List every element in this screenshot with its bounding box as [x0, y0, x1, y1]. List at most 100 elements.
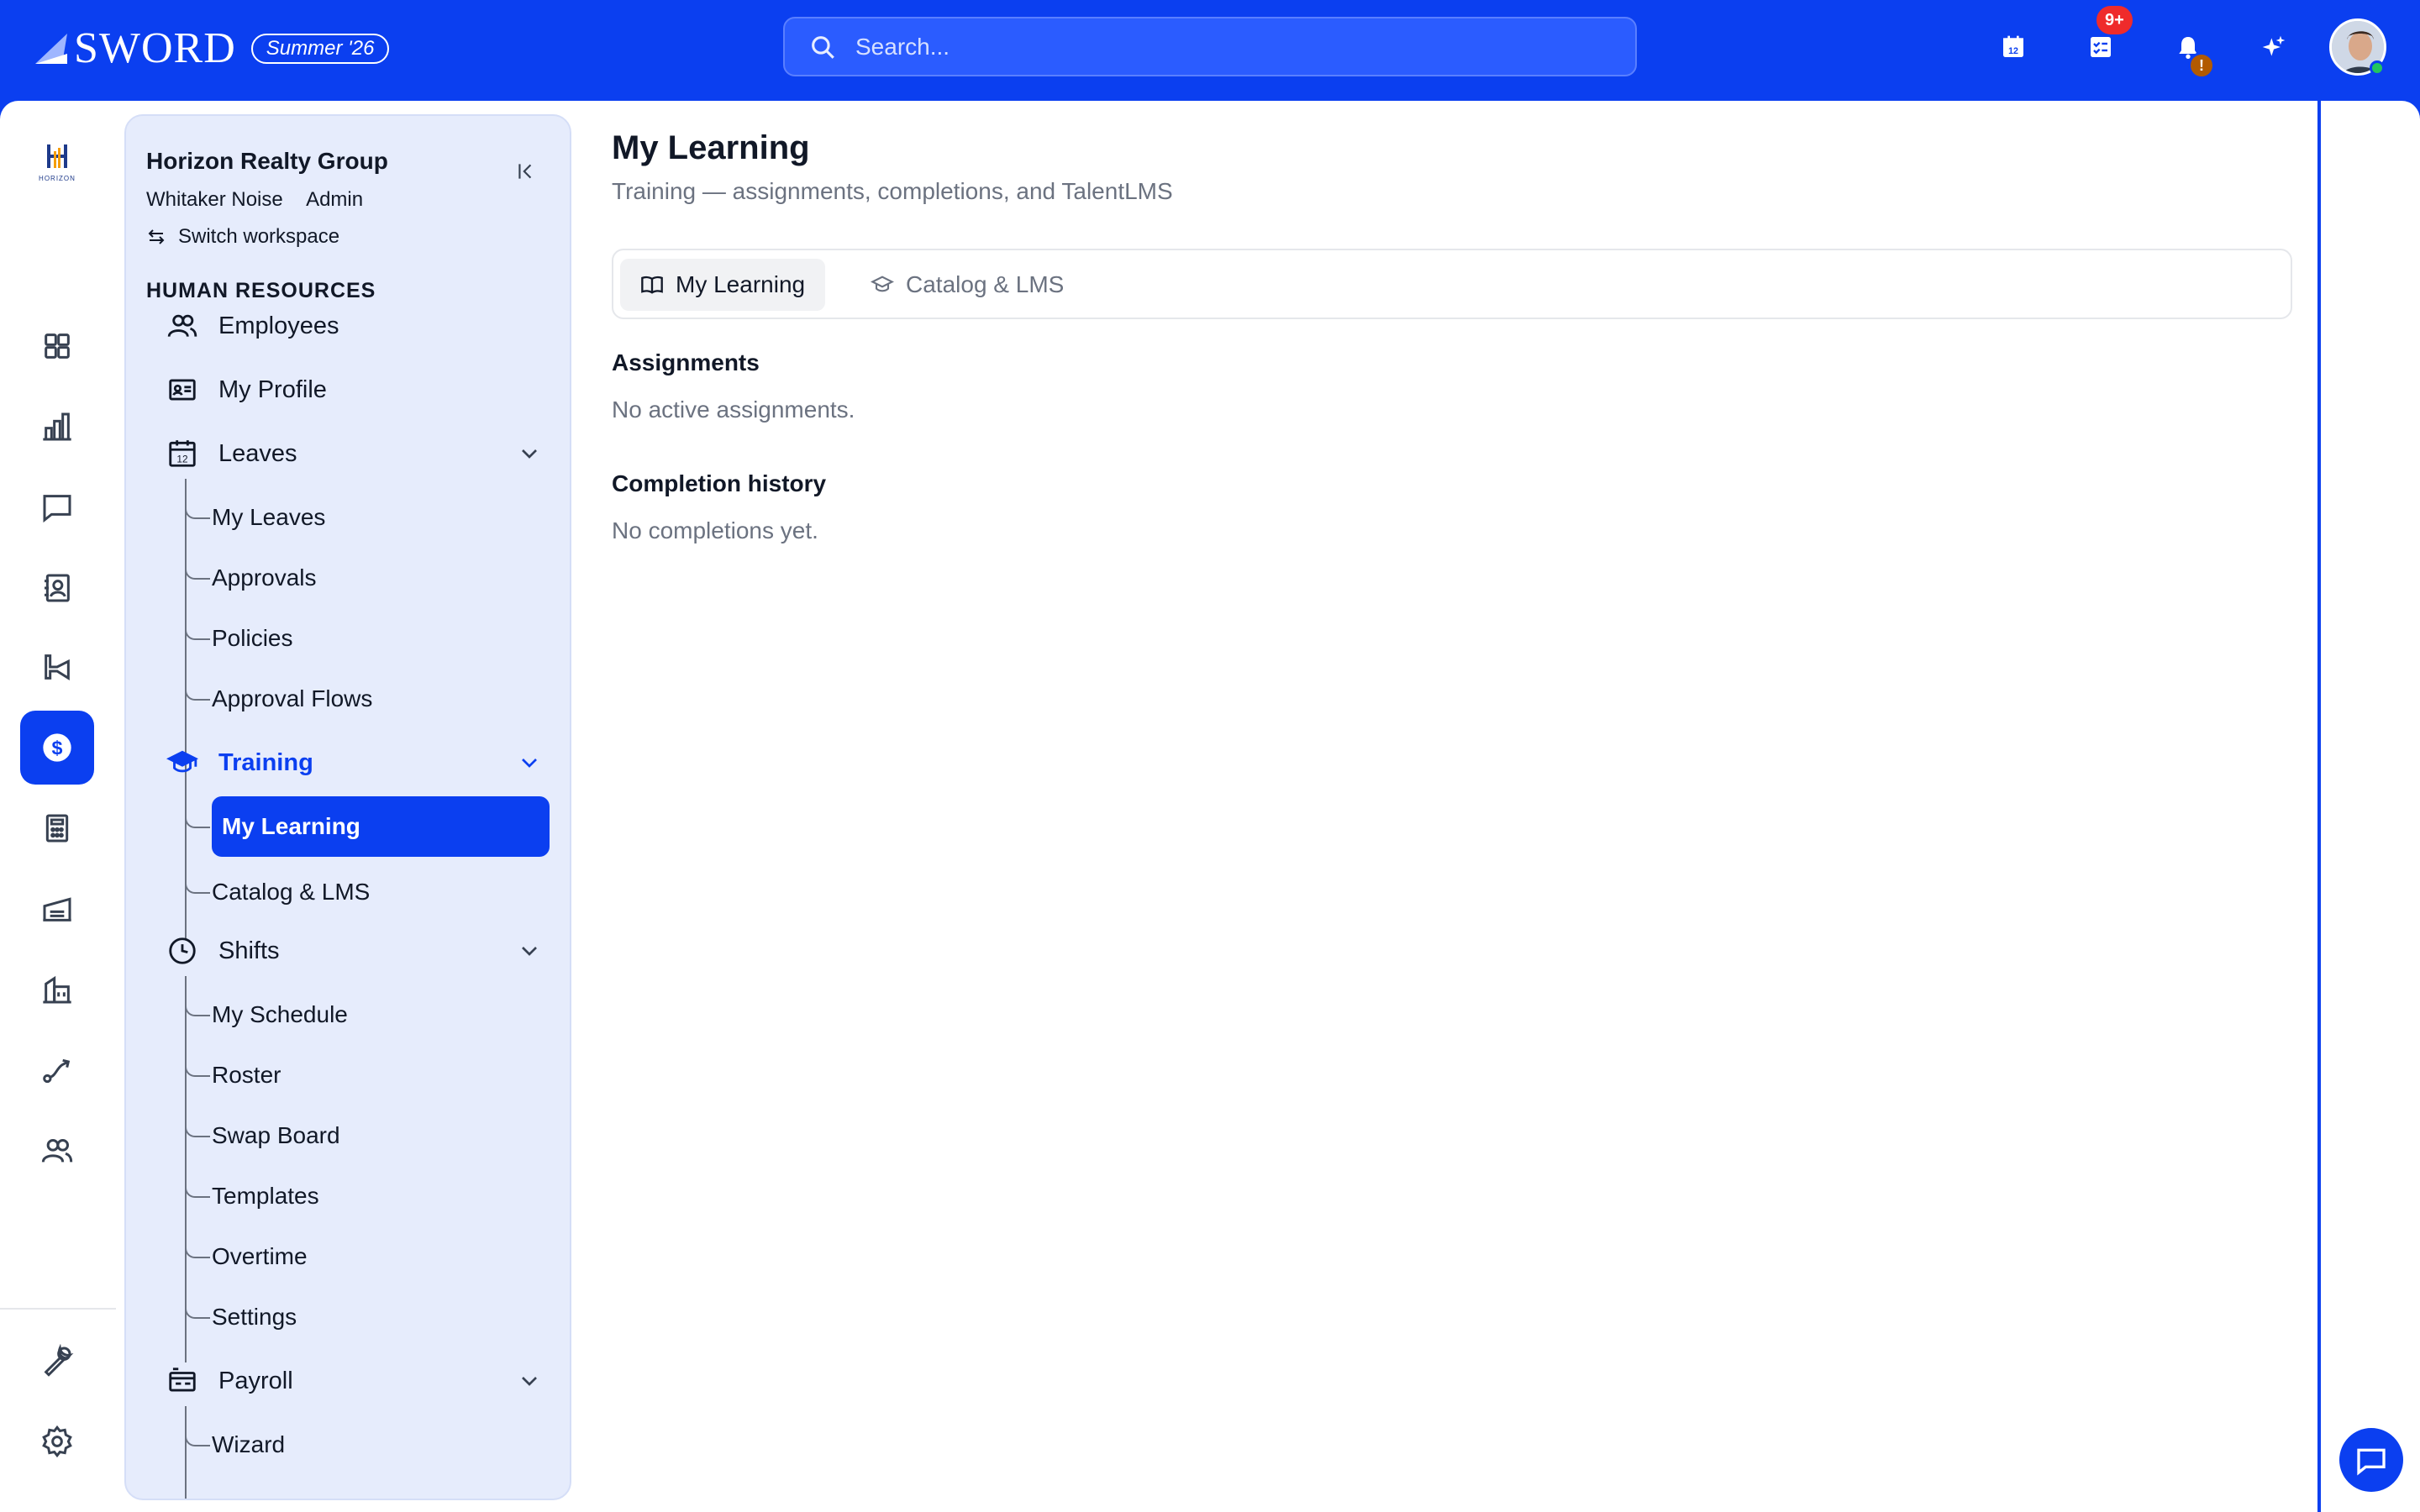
- calendar-icon: 12: [169, 440, 196, 467]
- brand[interactable]: SWORD Summer '26: [34, 24, 390, 74]
- page-title: My Learning: [612, 129, 810, 166]
- sidebar-item-label: Shifts: [218, 937, 280, 964]
- chat-icon: [43, 495, 71, 523]
- book-open-icon: [641, 276, 663, 294]
- org-name: Horizon Realty Group: [146, 148, 388, 174]
- sidebar-subitem-policies[interactable]: Policies: [185, 615, 292, 662]
- sidebar-subitem-approvals[interactable]: Approvals: [185, 554, 317, 601]
- wrench-icon: [44, 1344, 74, 1377]
- graduation-cap-icon: [166, 750, 198, 773]
- org-logo-text: HORIZON: [39, 174, 76, 182]
- tab-label: My Learning: [676, 271, 806, 297]
- sidebar-subitem-wizard[interactable]: Wizard: [185, 1421, 285, 1468]
- building-icon: [43, 975, 71, 1004]
- chevron-down-icon: [522, 759, 537, 768]
- sidebar-item-label: Payroll: [218, 1367, 293, 1394]
- horizon-logo-icon: [47, 144, 67, 168]
- sidebar-item-employees[interactable]: Employees: [165, 302, 551, 349]
- rail-finance[interactable]: $: [20, 711, 94, 785]
- sidebar-subitem-settings[interactable]: Settings: [185, 1294, 297, 1341]
- search-input[interactable]: [855, 33, 1595, 60]
- tasks-button[interactable]: 9+: [2075, 3, 2135, 72]
- sidebar-item-leaves[interactable]: 12 Leaves: [165, 430, 551, 477]
- rail-campaigns[interactable]: [20, 630, 94, 704]
- collapse-sidebar-button[interactable]: [509, 155, 543, 188]
- rail-routes[interactable]: [20, 1033, 94, 1107]
- route-icon: [43, 1058, 71, 1084]
- sidebar-item-label: Leaves: [218, 439, 297, 467]
- sparkles-icon: [2262, 35, 2286, 56]
- collapse-icon: [518, 164, 532, 179]
- tab-bar: My Learning Catalog & LMS: [612, 249, 2292, 319]
- release-badge: Summer '26: [250, 34, 390, 64]
- sidebar-subitem-my-schedule[interactable]: My Schedule: [185, 991, 348, 1038]
- tasks-icon: [2091, 37, 2111, 57]
- brand-name: SWORD: [74, 24, 236, 72]
- warehouse-icon: [43, 897, 71, 921]
- assignments-empty-state: No active assignments.: [612, 396, 855, 423]
- rail-accounting[interactable]: [20, 791, 94, 865]
- rail-analytics[interactable]: [20, 390, 94, 464]
- chevron-down-icon: [522, 947, 537, 956]
- rail-properties[interactable]: [20, 953, 94, 1026]
- sidebar-item-label: Employees: [218, 312, 339, 339]
- rail-tools[interactable]: [20, 1324, 94, 1398]
- sidebar-subitem-label: Overtime: [212, 1243, 308, 1269]
- sidebar-subitem-label: Catalog & LMS: [212, 879, 371, 905]
- calculator-icon: [45, 814, 69, 843]
- sidebar-subitem-label: Roster: [212, 1062, 281, 1088]
- rail-messages[interactable]: [20, 470, 94, 544]
- notifications-button[interactable]: !: [2163, 22, 2215, 79]
- users-icon: [167, 314, 197, 338]
- calendar-button[interactable]: 12: [1988, 22, 2039, 72]
- assignments-heading: Assignments: [612, 349, 760, 375]
- tab-catalog-lms[interactable]: Catalog & LMS: [850, 259, 1084, 311]
- rail-dashboard[interactable]: [20, 309, 94, 383]
- rail-warehouse[interactable]: [20, 872, 94, 946]
- app-shell: HORIZON $ Horizon Realty Group Whitaker …: [0, 101, 2420, 1512]
- sidebar-subitem-templates[interactable]: Templates: [185, 1173, 319, 1220]
- dollar-icon: $: [43, 733, 71, 762]
- sidebar-subitem-label: Wizard: [212, 1431, 286, 1457]
- payroll-icon: [169, 1368, 196, 1392]
- ai-assistant-button[interactable]: [2249, 22, 2299, 72]
- sidebar-item-my-profile[interactable]: My Profile: [165, 366, 551, 413]
- notification-alert-badge: !: [2188, 52, 2215, 79]
- user-role: Admin: [306, 188, 364, 211]
- search-bar[interactable]: [783, 17, 1637, 76]
- sidebar-subitem-my-learning[interactable]: My Learning: [185, 796, 550, 857]
- svg-text:$: $: [52, 737, 63, 759]
- sidebar-subitem-label: Settings: [212, 1304, 297, 1330]
- sidebar-subitem-catalog-lms[interactable]: Catalog & LMS: [185, 869, 370, 916]
- sidebar-subitem-approval-flows[interactable]: Approval Flows: [185, 675, 372, 722]
- sidebar-item-label: Training: [218, 748, 313, 776]
- sidebar-subitem-swap-board[interactable]: Swap Board: [185, 1112, 340, 1159]
- sidebar-subitem-overtime[interactable]: Overtime: [185, 1233, 308, 1280]
- sidebar-item-shifts[interactable]: Shifts: [165, 927, 551, 974]
- chart-icon: [43, 412, 71, 441]
- rail-settings[interactable]: [20, 1404, 94, 1478]
- dashboard-icon: [45, 333, 70, 359]
- tab-my-learning[interactable]: My Learning: [620, 259, 826, 311]
- chevron-down-icon: [522, 1377, 537, 1386]
- chat-icon: [2357, 1448, 2386, 1476]
- switch-workspace-label: Switch workspace: [178, 225, 340, 248]
- tasks-count-badge: 9+: [2094, 3, 2135, 37]
- sidebar-item-label: My Profile: [218, 375, 327, 403]
- rail-team[interactable]: [20, 1114, 94, 1188]
- sidebar-subitem-my-leaves[interactable]: My Leaves: [185, 494, 325, 541]
- calendar-icon: 12: [2003, 35, 2023, 57]
- switch-arrows-icon: [148, 229, 165, 244]
- sidebar-item-payroll[interactable]: Payroll: [165, 1357, 551, 1404]
- rail-contacts[interactable]: [20, 551, 94, 625]
- current-user: Whitaker Noise Admin: [146, 188, 381, 212]
- sidebar-subitem-label: My Learning: [212, 796, 550, 857]
- chevron-down-icon: [522, 449, 537, 459]
- sidebar-subitem-label: My Schedule: [212, 1001, 348, 1027]
- switch-workspace-link[interactable]: Switch workspace: [146, 225, 339, 249]
- sidebar-subitem-roster[interactable]: Roster: [185, 1052, 281, 1099]
- svg-text:12: 12: [2008, 46, 2018, 56]
- sidebar-item-training[interactable]: Training: [165, 739, 551, 786]
- org-logo[interactable]: HORIZON: [30, 134, 84, 188]
- chat-support-button[interactable]: [2339, 1428, 2403, 1492]
